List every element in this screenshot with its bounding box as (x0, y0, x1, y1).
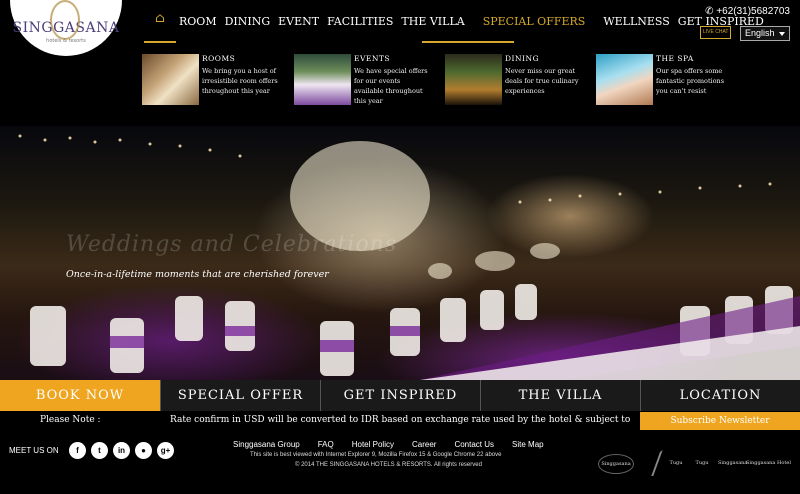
facebook-icon[interactable]: f (69, 442, 86, 459)
nav-dining[interactable]: DINING (225, 15, 271, 28)
meet-us-label: MEET US ON (9, 446, 59, 455)
chevron-right-icon (639, 450, 663, 476)
special-offer-button[interactable]: SPECIAL OFFER (160, 380, 320, 411)
the-villa-button[interactable]: THE VILLA (480, 380, 640, 411)
note-label: Please Note : (40, 415, 101, 425)
phone-number[interactable]: ✆ +62(31)5682703 (705, 6, 790, 17)
hero-banner: Weddings and Celebrations Once-in-a-life… (0, 126, 800, 380)
location-button[interactable]: LOCATION (640, 380, 800, 411)
logo-emblem (50, 0, 80, 40)
language-value: English (745, 28, 775, 38)
book-now-button[interactable]: BOOK NOW (0, 380, 160, 411)
events-thumbnail (294, 54, 351, 105)
footer-link-career[interactable]: Career (412, 440, 436, 449)
phone-icon: ✆ (705, 6, 714, 17)
nav-event[interactable]: EVENT (278, 15, 319, 28)
menu-item-desc: We bring you a host of irresistible room… (202, 67, 278, 95)
brand-logo-2[interactable]: Tugu (692, 460, 712, 466)
special-offers-menu: ROOMS We bring you a host of irresistibl… (138, 50, 724, 112)
nav-special-offers[interactable]: SPECIAL OFFERS (483, 15, 586, 28)
home-icon[interactable]: ⌂ (145, 11, 175, 31)
twitter-icon[interactable]: t (91, 442, 108, 459)
nav-the-villa[interactable]: THE VILLA (401, 15, 464, 28)
brand-logo-3[interactable]: Singgasana (718, 460, 747, 466)
brand-logo-4[interactable]: Singgasana (746, 460, 775, 466)
rooms-thumbnail (142, 54, 199, 105)
footer-links: Singgasana Group FAQ Hotel Policy Career… (233, 440, 544, 449)
brand-logos: Singgasana Tugu Tugu Singgasana Singgasa… (598, 448, 798, 478)
nav-facilities[interactable]: FACILITIES (327, 15, 393, 28)
menu-item-title: THE SPA (656, 54, 694, 63)
menu-item-dining[interactable]: DINING Never miss our great deals for tr… (441, 50, 591, 110)
footer-link-hotel-policy[interactable]: Hotel Policy (352, 440, 394, 449)
flickr-icon[interactable]: ● (135, 442, 152, 459)
google-plus-icon[interactable]: g+ (157, 442, 174, 459)
special-offers-underline (422, 41, 514, 43)
live-chat-button[interactable]: LIVE CHAT (700, 26, 732, 39)
brand-logo-5[interactable]: Hotel (774, 460, 794, 466)
browser-note: This site is best viewed with Internet E… (250, 452, 502, 458)
footer-link-site-map[interactable]: Site Map (512, 440, 544, 449)
phone-text: +62(31)5682703 (716, 6, 790, 17)
menu-item-desc: Our spa offers some fantastic promotions… (656, 67, 725, 95)
footer-link-contact-us[interactable]: Contact Us (454, 440, 494, 449)
menu-item-title: ROOMS (202, 54, 236, 63)
menu-item-events[interactable]: EVENTS We have special offers for our ev… (290, 50, 440, 110)
language-select[interactable]: English (740, 26, 790, 41)
nav-wellness[interactable]: WELLNESS (603, 15, 669, 28)
menu-item-title: EVENTS (354, 54, 391, 63)
subscribe-newsletter-button[interactable]: Subscribe Newsletter (640, 412, 800, 430)
rate-note: Please Note : Rate confirm in USD will b… (0, 411, 800, 431)
brand-logo-1[interactable]: Tugu (666, 460, 686, 466)
note-text: Rate confirm in USD will be converted to… (170, 415, 631, 425)
menu-item-desc: We have special offers for our events av… (354, 67, 428, 105)
copyright: © 2014 THE SINGGASANA HOTELS & RESORTS. … (295, 462, 482, 468)
logo-subtitle: hotels & resorts (46, 38, 86, 44)
home-underline (144, 41, 176, 43)
brand-logo-singgasana-group[interactable]: Singgasana (598, 454, 634, 474)
chevron-down-icon (779, 32, 785, 36)
get-inspired-button[interactable]: GET INSPIRED (320, 380, 480, 411)
footer-link-group[interactable]: Singgasana Group (233, 440, 300, 449)
main-nav: ⌂ ROOM DINING EVENT FACILITIES THE VILLA… (145, 11, 768, 31)
dining-thumbnail (445, 54, 502, 105)
footer-link-faq[interactable]: FAQ (318, 440, 334, 449)
linkedin-icon[interactable]: in (113, 442, 130, 459)
hero-title: Weddings and Celebrations (66, 232, 398, 257)
menu-item-rooms[interactable]: ROOMS We bring you a host of irresistibl… (138, 50, 288, 110)
action-bar: BOOK NOW SPECIAL OFFER GET INSPIRED THE … (0, 380, 800, 411)
menu-item-desc: Never miss our great deals for true culi… (505, 67, 579, 95)
nav-room[interactable]: ROOM (179, 15, 217, 28)
menu-item-the-spa[interactable]: THE SPA Our spa offers some fantastic pr… (592, 50, 742, 110)
singgasana-logo[interactable]: SINGGASANA hotels & resorts (10, 0, 122, 56)
menu-item-title: DINING (505, 54, 540, 63)
hero-subtitle: Once-in-a-lifetime moments that are cher… (66, 269, 329, 280)
spa-thumbnail (596, 54, 653, 105)
